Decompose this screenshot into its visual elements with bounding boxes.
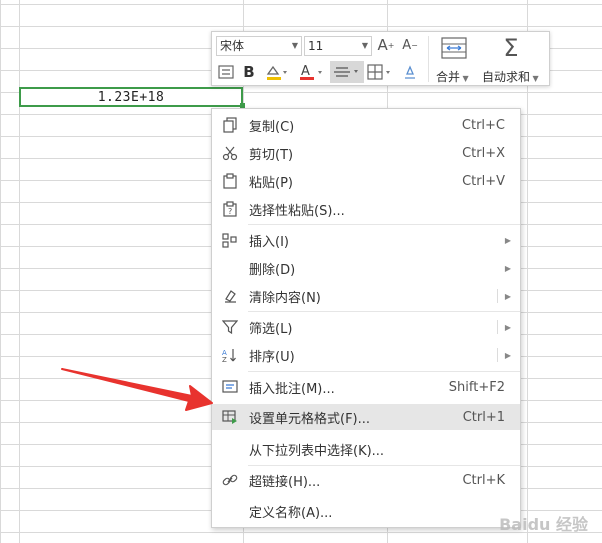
watermark-logo: Baidu 经验	[499, 515, 588, 534]
red-arrow-annotation	[61, 368, 213, 411]
